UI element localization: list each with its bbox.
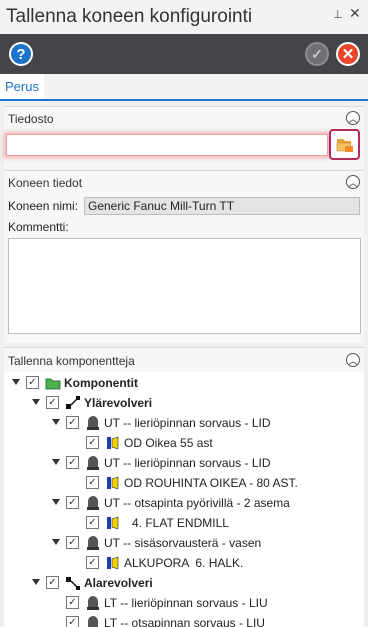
tree-label: Alarevolveri	[84, 576, 153, 590]
tree-label: UT -- otsapinta pyörivillä - 2 asema	[104, 496, 290, 510]
tree-row-holder[interactable]: ✓ UT -- lieriöpinnan sorvaus - LID	[4, 453, 364, 473]
tree-row-tool[interactable]: ✓ 4. FLAT ENDMILL	[4, 513, 364, 533]
checkbox[interactable]: ✓	[86, 516, 99, 529]
tree-label: OD ROUHINTA OIKEA - 80 AST.	[124, 476, 298, 490]
machine-name-field: Generic Fanuc Mill-Turn TT	[84, 197, 360, 215]
title-bar: Tallenna koneen konfigurointi ⊥ ✕	[0, 0, 368, 34]
checkbox[interactable]: ✓	[66, 616, 79, 627]
checkbox[interactable]: ✓	[86, 556, 99, 569]
holder-icon	[87, 456, 99, 470]
tree-label: UT -- lieriöpinnan sorvaus - LID	[104, 416, 271, 430]
collapse-components-section-icon[interactable]: ︿	[346, 353, 360, 367]
tree-row-alarevolveri[interactable]: ✓ Alarevolveri	[4, 573, 364, 593]
tree-label: UT -- sisäsorvausterä - vasen	[104, 536, 262, 550]
checkbox[interactable]: ✓	[46, 396, 59, 409]
insert-icon	[107, 516, 119, 530]
action-toolbar: ? ✓ ✕	[0, 34, 368, 74]
ok-button[interactable]: ✓	[305, 42, 329, 66]
tree-label: OD Oikea 55 ast	[124, 436, 213, 450]
checkbox[interactable]: ✓	[66, 596, 79, 609]
insert-icon	[107, 556, 119, 570]
components-section-title: Tallenna komponentteja	[8, 354, 135, 368]
browse-file-button[interactable]	[329, 129, 360, 160]
expand-arrow-icon[interactable]	[52, 419, 60, 425]
checkbox[interactable]: ✓	[86, 436, 99, 449]
tree-row-holder[interactable]: ✓ UT -- otsapinta pyörivillä - 2 asema	[4, 493, 364, 513]
turret-lower-icon	[66, 577, 80, 590]
checkbox[interactable]: ✓	[66, 416, 79, 429]
expand-arrow-icon[interactable]	[12, 379, 20, 385]
tree-label: LT -- otsapinnan sorvaus - LIU	[104, 616, 265, 627]
tree-label: LT -- lieriöpinnan sorvaus - LIU	[104, 596, 268, 610]
folder-icon	[45, 378, 61, 390]
tree-label: ALKUPORA 6. HALK.	[124, 556, 244, 570]
window-title: Tallenna koneen konfigurointi	[6, 6, 253, 27]
machine-section-title: Koneen tiedot	[8, 176, 83, 190]
checkbox[interactable]: ✓	[66, 496, 79, 509]
tree-label: Ylärevolveri	[84, 396, 153, 410]
checkbox[interactable]: ✓	[26, 376, 39, 389]
tree-label: Komponentit	[64, 376, 138, 390]
comment-textarea[interactable]	[8, 238, 361, 334]
insert-icon	[107, 476, 119, 490]
tree-row-holder[interactable]: ✓ LT -- otsapinnan sorvaus - LIU	[4, 613, 364, 627]
tree-row-holder[interactable]: ✓ UT -- lieriöpinnan sorvaus - LID	[4, 413, 364, 433]
insert-icon	[107, 436, 119, 450]
turret-upper-icon	[66, 396, 80, 409]
tab-strip: Perus	[0, 74, 368, 101]
components-section: Tallenna komponentteja ︿	[4, 347, 364, 373]
component-tree: ✓ Komponentit ✓ Ylärevolveri ✓ UT -- lie…	[4, 372, 364, 627]
machine-name-label: Koneen nimi:	[8, 199, 79, 213]
file-section-title: Tiedosto	[8, 112, 54, 126]
checkbox[interactable]: ✓	[66, 536, 79, 549]
expand-arrow-icon[interactable]	[32, 399, 40, 405]
help-button[interactable]: ?	[9, 42, 33, 66]
tree-row-komponentit[interactable]: ✓ Komponentit	[4, 373, 364, 393]
pin-icon[interactable]: ⊥	[333, 8, 343, 21]
expand-arrow-icon[interactable]	[52, 499, 60, 505]
tree-row-ylarevolveri[interactable]: ✓ Ylärevolveri	[4, 393, 364, 413]
holder-icon	[87, 536, 99, 550]
expand-arrow-icon[interactable]	[32, 579, 40, 585]
expand-arrow-icon[interactable]	[52, 539, 60, 545]
collapse-file-section-icon[interactable]: ︿	[346, 111, 360, 125]
holder-icon	[88, 616, 98, 627]
checkbox[interactable]: ✓	[66, 456, 79, 469]
holder-icon	[87, 416, 99, 430]
folder-open-icon	[336, 138, 353, 152]
close-icon[interactable]: ✕	[349, 5, 361, 22]
file-path-input[interactable]	[6, 134, 328, 156]
tree-row-tool[interactable]: ✓ ALKUPORA 6. HALK.	[4, 553, 364, 573]
holder-icon	[87, 596, 99, 610]
holder-icon	[87, 496, 99, 510]
tree-label: UT -- lieriöpinnan sorvaus - LID	[104, 456, 271, 470]
tree-label: 4. FLAT ENDMILL	[132, 516, 229, 530]
comment-label: Kommentti:	[8, 220, 69, 234]
checkbox[interactable]: ✓	[46, 576, 59, 589]
checkbox[interactable]: ✓	[86, 476, 99, 489]
collapse-machine-section-icon[interactable]: ︿	[346, 175, 360, 189]
tree-row-holder[interactable]: ✓ LT -- lieriöpinnan sorvaus - LIU	[4, 593, 364, 613]
tab-perus[interactable]: Perus	[0, 74, 44, 99]
tree-row-tool[interactable]: ✓ OD Oikea 55 ast	[4, 433, 364, 453]
cancel-button[interactable]: ✕	[336, 42, 360, 66]
tree-row-tool[interactable]: ✓ OD ROUHINTA OIKEA - 80 AST.	[4, 473, 364, 493]
expand-arrow-icon[interactable]	[52, 459, 60, 465]
tree-row-holder[interactable]: ✓ UT -- sisäsorvausterä - vasen	[4, 533, 364, 553]
